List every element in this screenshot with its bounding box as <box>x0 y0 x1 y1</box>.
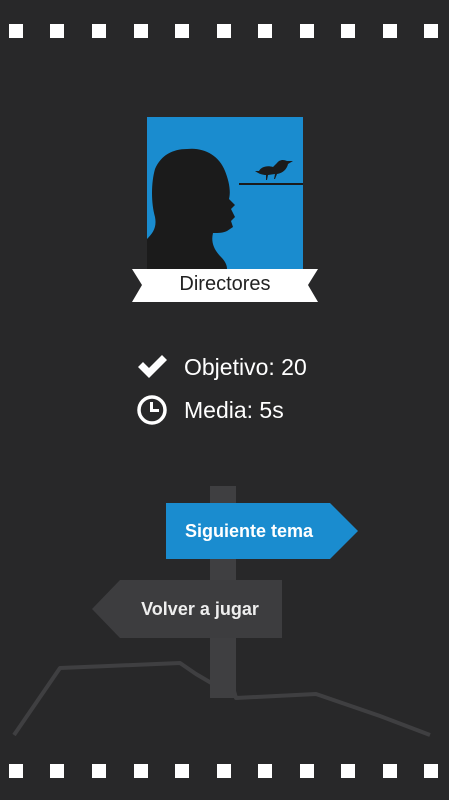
film-hole <box>92 24 106 38</box>
film-hole <box>300 24 314 38</box>
average-label: Media: 5s <box>184 396 284 423</box>
film-hole <box>424 764 438 778</box>
category-ribbon: Directores <box>132 269 318 302</box>
film-strip-top <box>0 24 449 40</box>
category-title: Directores <box>179 273 271 295</box>
film-hole <box>341 24 355 38</box>
film-hole <box>217 24 231 38</box>
film-hole <box>258 24 272 38</box>
film-hole <box>134 764 148 778</box>
goal-stat: Objetivo: 20 <box>136 351 307 383</box>
next-topic-label: Siguiente tema <box>184 521 314 541</box>
category-card: Directores <box>132 117 318 302</box>
film-strip-bottom <box>0 764 449 780</box>
film-hole <box>341 764 355 778</box>
film-hole <box>9 764 23 778</box>
goal-label: Objetivo: 20 <box>184 353 307 380</box>
clock-icon <box>136 394 168 426</box>
film-hole <box>217 764 231 778</box>
film-hole <box>300 764 314 778</box>
average-stat: Media: 5s <box>136 394 284 426</box>
film-hole <box>92 764 106 778</box>
film-hole <box>50 24 64 38</box>
film-hole <box>258 764 272 778</box>
film-hole <box>175 24 189 38</box>
replay-button[interactable]: Volver a jugar <box>92 580 282 638</box>
checkmark-icon <box>136 351 168 383</box>
film-hole <box>9 24 23 38</box>
director-silhouette-with-bird-icon <box>147 117 303 269</box>
film-hole <box>50 764 64 778</box>
replay-label: Volver a jugar <box>141 599 259 619</box>
film-hole <box>134 24 148 38</box>
film-hole <box>383 764 397 778</box>
film-hole <box>175 764 189 778</box>
film-hole <box>383 24 397 38</box>
film-hole <box>424 24 438 38</box>
next-topic-button[interactable]: Siguiente tema <box>166 503 358 559</box>
